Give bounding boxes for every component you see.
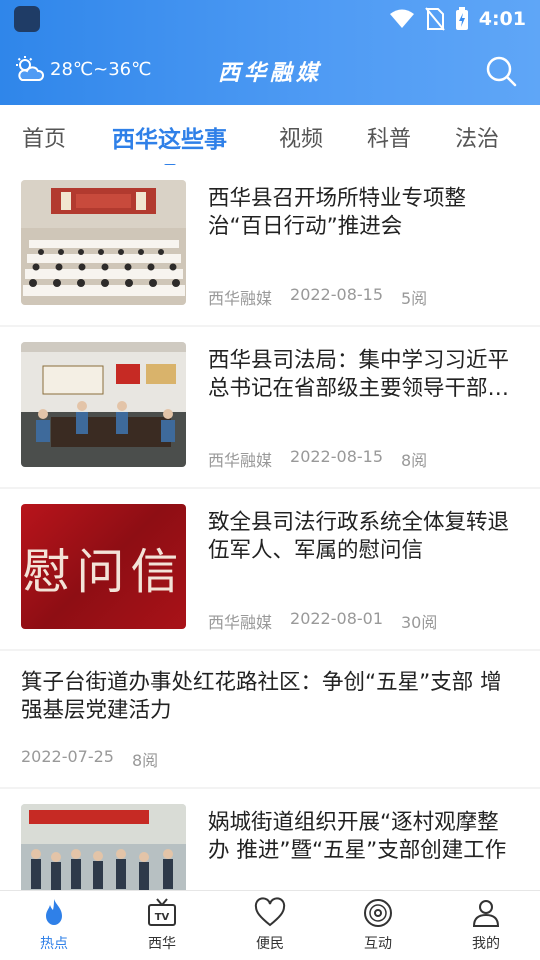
article-views: 30阅: [401, 613, 438, 632]
article-source: 西华融媒: [208, 289, 273, 308]
heart-icon: [254, 897, 286, 927]
article-meta: 2022-07-25 8阅: [21, 747, 158, 771]
tab-xihua-stories[interactable]: 西华这些事: [112, 120, 227, 168]
brand-logo-text: 西华融媒: [217, 60, 322, 86]
news-card[interactable]: 西华县司法局：集中学习习近平总书记在省部级主要领导干部专题研讨班上重要讲话精神 …: [0, 327, 540, 487]
news-card[interactable]: 慰问信 致全县司法行政系统全体复转退伍军人、军属的慰问信 西华融媒 2022-0…: [0, 489, 540, 649]
article-views: 8阅: [131, 751, 159, 770]
nav-label: 互动: [364, 936, 392, 952]
svg-text:TV: TV: [155, 912, 170, 923]
no-sim-icon: [424, 7, 445, 31]
user-icon: [472, 900, 500, 927]
article-date: 2022-07-25: [21, 747, 114, 766]
article-title: 致全县司法行政系统全体复转退伍军人、军属的慰问信: [208, 510, 510, 563]
article-title: 箕子台街道办事处红花路社区：争创“五星”支部 增强基层党建活力: [21, 670, 502, 723]
nav-label: 我的: [472, 936, 500, 952]
article-thumbnail: [21, 342, 186, 467]
nav-xihua[interactable]: TV 西华: [108, 891, 216, 960]
flame-icon: [46, 899, 62, 925]
tab-science[interactable]: 科普: [367, 121, 411, 153]
article-views: 5阅: [401, 289, 428, 308]
app-header: 4:01 28℃~36℃ 西华融媒: [0, 0, 540, 105]
tab-label: 首页: [22, 127, 67, 152]
article-source: 西华融媒: [208, 613, 273, 632]
disc-icon: [364, 899, 392, 927]
tab-label: 视频: [279, 127, 324, 152]
tab-video[interactable]: 视频: [279, 121, 323, 153]
article-date: 2022-08-15: [290, 447, 383, 466]
article-meta: 西华融媒 2022-08-15 8阅: [208, 447, 427, 471]
nav-label: 西华: [148, 936, 176, 952]
thumbnail-calligraphy-text: 慰问信: [22, 543, 185, 600]
article-views: 8阅: [401, 451, 428, 470]
search-icon[interactable]: [484, 54, 518, 88]
clock-time: 4:01: [478, 8, 526, 30]
status-bar: 4:01: [0, 0, 540, 38]
news-feed: 西华县召开场所特业专项整治“百日行动”推进会 西华融媒 2022-08-15 5…: [0, 165, 540, 890]
tab-label: 西华这些事: [112, 127, 227, 153]
article-title: 西华县召开场所特业专项整治“百日行动”推进会: [208, 186, 467, 239]
article-meta: 西华融媒 2022-08-15 5阅: [208, 285, 427, 309]
nav-interact[interactable]: 互动: [324, 891, 432, 960]
article-meta: 西华融媒 2022-08-01 30阅: [208, 609, 437, 633]
news-card-text-only[interactable]: 箕子台街道办事处红花路社区：争创“五星”支部 增强基层党建活力 2022-07-…: [0, 651, 540, 787]
tab-label: 科普: [367, 127, 412, 152]
nav-mine[interactable]: 我的: [432, 891, 540, 960]
tv-icon: TV: [148, 898, 176, 926]
article-source: 西华融媒: [208, 451, 273, 470]
article-date: 2022-08-01: [290, 609, 383, 628]
article-title: 娲城街道组织开展“逐村观摩整办 推进”暨“五星”支部创建工作: [208, 810, 507, 863]
tab-home[interactable]: 首页: [22, 121, 66, 153]
article-thumbnail: [21, 180, 186, 305]
category-tabs: 首页 西华这些事 视频 科普 法治: [0, 105, 540, 168]
article-thumbnail: 慰问信: [21, 504, 186, 629]
status-icons: 4:01: [389, 4, 526, 34]
news-card[interactable]: 娲城街道组织开展“逐村观摩整办 推进”暨“五星”支部创建工作: [0, 789, 540, 890]
wifi-icon: [389, 9, 414, 28]
bottom-navigation: 热点 TV 西华 便民 互动 我的: [0, 890, 540, 960]
tab-law[interactable]: 法治: [455, 121, 499, 153]
nav-service[interactable]: 便民: [216, 891, 324, 960]
battery-charging-icon: [455, 7, 468, 30]
tab-label: 法治: [455, 127, 500, 152]
nav-label: 便民: [256, 936, 284, 952]
nav-hot[interactable]: 热点: [0, 891, 108, 960]
article-thumbnail: [21, 804, 186, 890]
article-title: 西华县司法局：集中学习习近平总书记在省部级主要领导干部专题研讨班上重要讲话精神: [208, 348, 510, 401]
article-date: 2022-08-15: [290, 285, 383, 304]
news-card[interactable]: 西华县召开场所特业专项整治“百日行动”推进会 西华融媒 2022-08-15 5…: [0, 165, 540, 325]
notification-app-icon: [14, 6, 40, 32]
nav-label: 热点: [40, 936, 68, 952]
